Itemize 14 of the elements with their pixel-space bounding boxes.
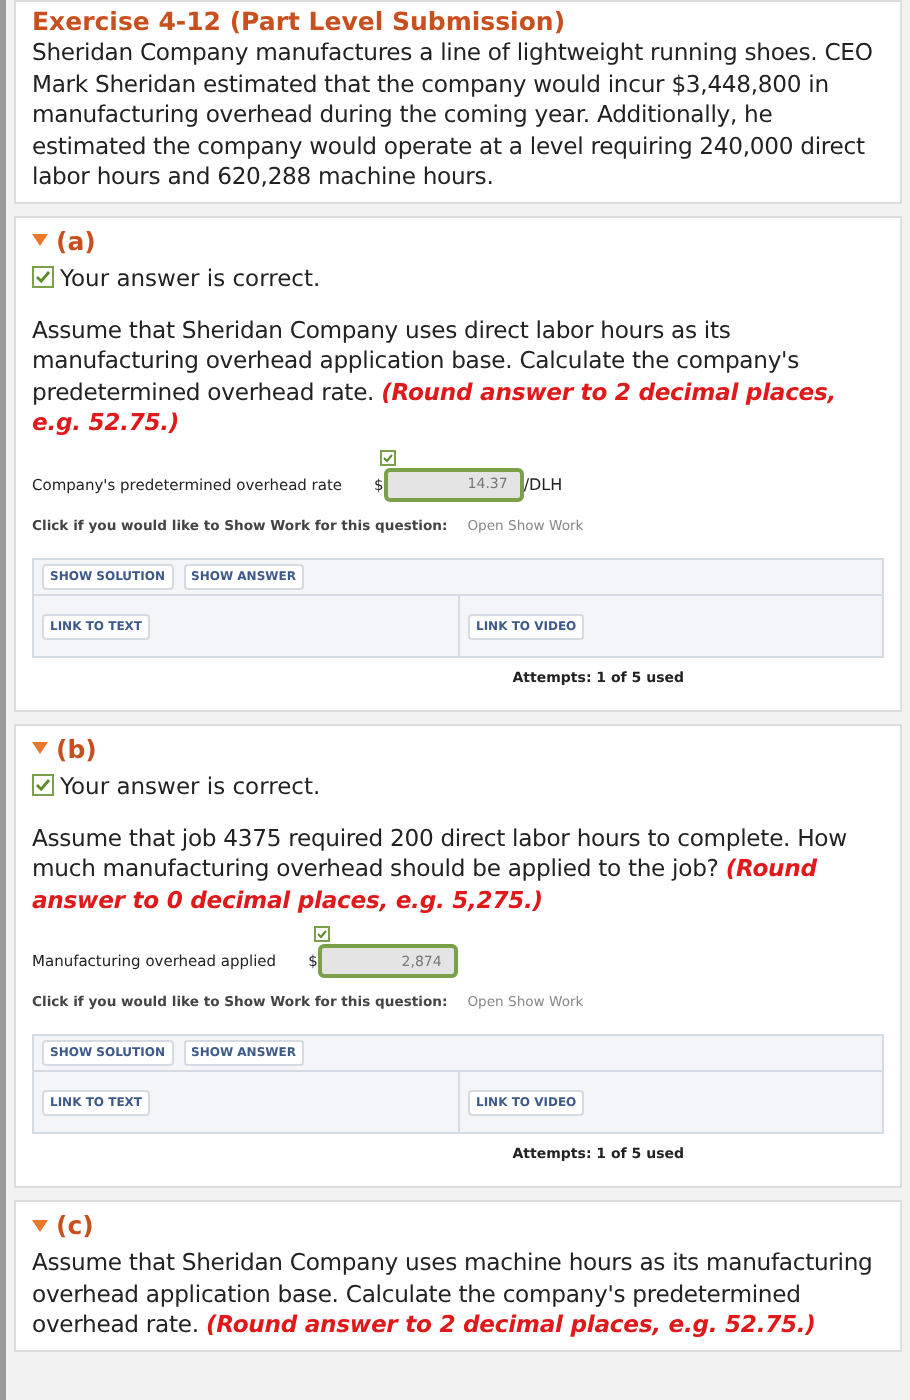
collapse-icon[interactable]	[32, 1219, 48, 1231]
unit-label: /DLH	[523, 475, 563, 493]
question-text: Assume that job 4375 required 200 direct labor hours to complete. How much manufacturing overhead should be applied to the job? (Round answer to 0 decimal places, e.g. 5,275.)	[32, 823, 849, 916]
part-title: (c)	[56, 1210, 94, 1240]
part-title: (b)	[56, 733, 97, 763]
exercise-text: Sheridan Company manufactures a line of lightweight running shoes. CEO Mark Sheridan estimated that the company would incur $3,448,800 in manufacturing overhead during the coming year. Additionally, he estimated the company would operate at a level requiring 240,000 direct labor hours and 620,288 machine hours.	[32, 38, 875, 193]
part-title: (a)	[56, 225, 96, 255]
collapse-icon[interactable]	[32, 742, 48, 754]
question-text: Assume that Sheridan Company uses direct labor hours as its manufacturing overhead application base. Calculate the company's predetermined overhead rate. (Round answer to 2 decimal places, e.g. 52.75.)	[32, 315, 839, 439]
exercise-title: Exercise 4-12 (Part Level Submission)	[32, 6, 568, 36]
feedback-text: Your answer is correct.	[60, 263, 321, 291]
feedback-text: Your answer is correct.	[60, 771, 321, 799]
collapse-icon[interactable]	[32, 234, 48, 246]
question-text: Assume that Sheridan Company uses machine hours as its manufacturing overhead application base. Calculate the company's predetermined overhead rate. (Round answer to 2 decimal places, e.g. 52.75.)	[32, 1248, 875, 1341]
